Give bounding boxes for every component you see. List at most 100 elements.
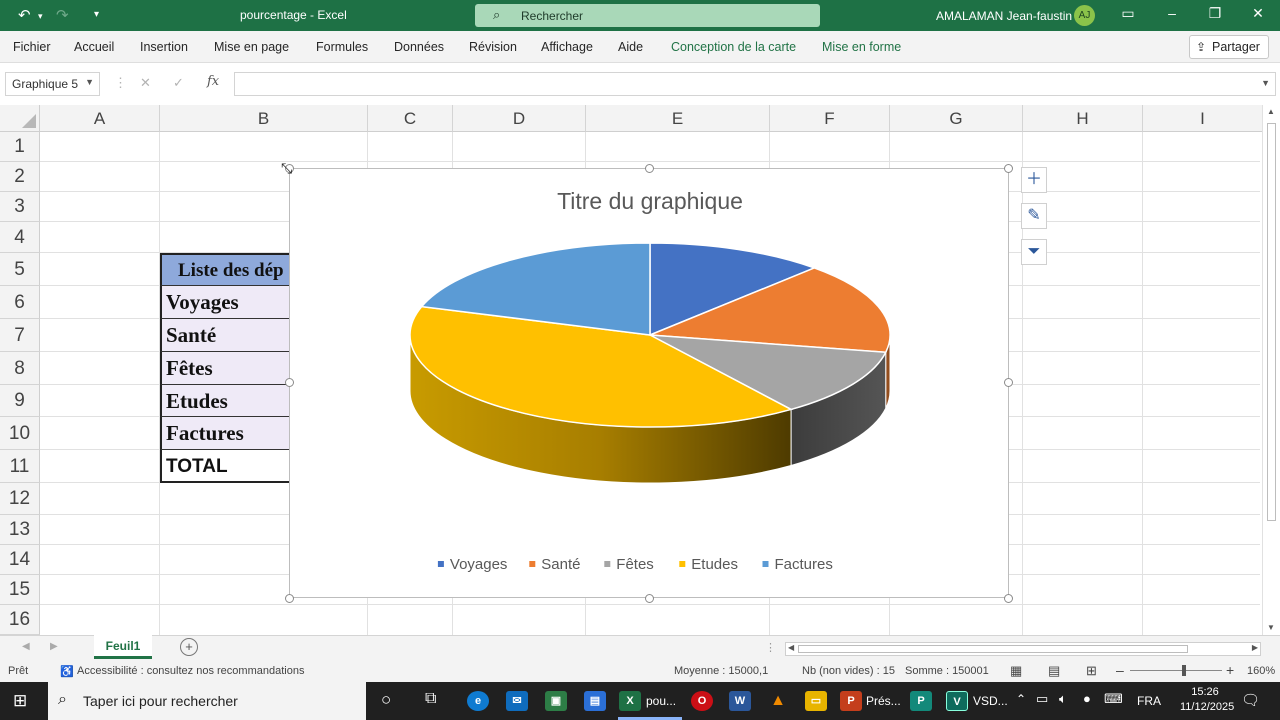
insert-function-button[interactable]: fx — [207, 74, 219, 89]
column-header-i[interactable]: I — [1143, 105, 1263, 132]
next-sheet-icon[interactable]: ▶ — [50, 641, 58, 652]
status-count[interactable]: Nb (non vides) : 15 — [802, 665, 895, 677]
status-sum[interactable]: Somme : 150001 — [905, 665, 989, 677]
cortana-icon[interactable]: ○ — [381, 690, 391, 710]
column-header-g[interactable]: G — [890, 105, 1023, 132]
table-row[interactable]: Santé — [160, 319, 289, 352]
row-header-13[interactable]: 13 — [0, 515, 40, 545]
legend-label-etudes[interactable]: Etudes — [691, 556, 738, 573]
zoom-slider[interactable] — [1130, 670, 1222, 671]
page-break-icon[interactable]: ⊞ — [1086, 663, 1097, 679]
scroll-up-icon[interactable]: ▲ — [1267, 107, 1275, 116]
tab-formules[interactable]: Formules — [316, 40, 368, 54]
zoom-level[interactable]: 160% — [1247, 665, 1275, 677]
task-view-icon[interactable]: ⧉ — [425, 690, 436, 708]
tab-mise-en-page[interactable]: Mise en page — [214, 40, 289, 54]
publisher-icon[interactable]: P — [910, 691, 932, 711]
formula-input[interactable]: ▼ — [234, 72, 1276, 96]
status-average[interactable]: Moyenne : 15000,1 — [674, 665, 768, 677]
name-box[interactable]: Graphique 5 ▼ — [5, 72, 100, 96]
column-header-c[interactable]: C — [368, 105, 453, 132]
resize-handle-bottom-left[interactable] — [285, 594, 294, 603]
tab-aide[interactable]: Aide — [618, 40, 643, 54]
tab-fichier[interactable]: Fichier — [13, 40, 51, 54]
vertical-scroll-thumb[interactable] — [1267, 123, 1276, 521]
scroll-down-icon[interactable]: ▼ — [1267, 623, 1275, 632]
row-header-7[interactable]: 7 — [0, 319, 40, 352]
volume-icon[interactable]: 🔈︎ — [1059, 691, 1067, 707]
opera-icon[interactable]: O — [691, 691, 713, 711]
battery-icon[interactable]: ▭ — [1036, 691, 1048, 707]
horizontal-scroll-thumb[interactable] — [798, 645, 1188, 653]
notifications-icon[interactable]: 🗨︎ — [1241, 691, 1260, 709]
resize-handle-top-right[interactable] — [1004, 164, 1013, 173]
row-header-3[interactable]: 3 — [0, 192, 40, 222]
split-handle-icon[interactable]: ⋮ — [765, 641, 776, 654]
vsd-taskbar-label[interactable]: VSD... — [973, 694, 1008, 708]
row-header-6[interactable]: 6 — [0, 286, 40, 319]
chart-title[interactable]: Titre du graphique — [557, 188, 743, 214]
tab-affichage[interactable]: Affichage — [541, 40, 593, 54]
row-header-10[interactable]: 10 — [0, 417, 40, 450]
minimize-icon[interactable]: – — [1162, 5, 1182, 21]
vertical-scrollbar[interactable]: ▲ ▼ — [1262, 105, 1280, 635]
column-header-a[interactable]: A — [40, 105, 160, 132]
legend-label-fêtes[interactable]: Fêtes — [616, 556, 654, 573]
select-all-button[interactable] — [0, 105, 40, 132]
excel-icon[interactable]: X — [619, 691, 641, 711]
tab-insertion[interactable]: Insertion — [140, 40, 188, 54]
row-header-14[interactable]: 14 — [0, 545, 40, 575]
zoom-in-icon[interactable]: + — [1226, 662, 1234, 678]
legend-label-factures[interactable]: Factures — [775, 556, 833, 573]
row-header-8[interactable]: 8 — [0, 352, 40, 385]
user-name[interactable]: AMALAMAN Jean-faustin — [936, 9, 1072, 23]
scroll-left-icon[interactable]: ◀ — [788, 643, 794, 652]
add-sheet-button[interactable]: + — [180, 638, 198, 656]
vlc-icon[interactable]: ▲ — [767, 691, 789, 711]
table-row[interactable]: Voyages — [160, 286, 289, 319]
column-header-f[interactable]: F — [770, 105, 890, 132]
resize-handle-right[interactable] — [1004, 378, 1013, 387]
column-header-e[interactable]: E — [586, 105, 770, 132]
cancel-icon[interactable]: ✕ — [140, 75, 151, 91]
row-header-4[interactable]: 4 — [0, 222, 40, 253]
zoom-slider-thumb[interactable] — [1182, 665, 1186, 676]
chevron-up-icon[interactable]: ⌃ — [1016, 692, 1026, 706]
scroll-right-icon[interactable]: ▶ — [1252, 643, 1258, 652]
chart-filters-button[interactable]: ⏷ — [1021, 239, 1047, 265]
row-header-15[interactable]: 15 — [0, 575, 40, 605]
row-header-9[interactable]: 9 — [0, 385, 40, 417]
table-total-cell[interactable]: TOTAL — [160, 450, 289, 483]
expand-formula-icon[interactable]: ▼ — [1261, 78, 1270, 88]
close-icon[interactable]: ✕ — [1248, 5, 1268, 22]
excel-taskbar-label[interactable]: pou... — [646, 694, 676, 708]
column-header-b[interactable]: B — [160, 105, 368, 132]
language-indicator[interactable]: FRA — [1137, 694, 1161, 708]
row-header-12[interactable]: 12 — [0, 483, 40, 515]
powerpoint-taskbar-label[interactable]: Prés... — [866, 694, 901, 708]
powerpoint-icon[interactable]: P — [840, 691, 862, 711]
chart-styles-button[interactable]: ✎ — [1021, 203, 1047, 229]
page-layout-icon[interactable]: ▤ — [1048, 663, 1060, 679]
share-button[interactable]: ⇪ Partager — [1189, 35, 1269, 59]
redo-icon[interactable]: ↷ — [56, 6, 69, 24]
customize-toolbar-icon[interactable]: ▾ — [94, 9, 99, 20]
zoom-out-icon[interactable]: – — [1116, 662, 1124, 678]
row-header-5[interactable]: 5 — [0, 253, 40, 286]
horizontal-scrollbar[interactable]: ◀ ▶ — [785, 642, 1261, 656]
undo-dropdown-icon[interactable]: ▾ — [38, 11, 43, 22]
word-icon[interactable]: W — [729, 691, 751, 711]
tab-mise-en-forme[interactable]: Mise en forme — [822, 40, 901, 54]
windows-start-icon[interactable]: ⊞ — [13, 691, 27, 711]
store-icon[interactable]: ▤ — [584, 691, 606, 711]
resize-handle-bottom-right[interactable] — [1004, 594, 1013, 603]
undo-icon[interactable]: ↶ — [18, 6, 31, 24]
keyboard-icon[interactable]: ⌨ — [1104, 691, 1123, 707]
column-header-d[interactable]: D — [453, 105, 586, 132]
row-header-1[interactable]: 1 — [0, 132, 40, 162]
vsdc-icon[interactable]: V — [946, 691, 968, 711]
table-header-cell[interactable]: Liste des dép — [160, 253, 289, 286]
pie-chart[interactable]: Titre du graphique Voyages Santé Fêtes Etud… — [289, 168, 1009, 598]
row-header-16[interactable]: 16 — [0, 605, 40, 635]
resize-handle-top[interactable] — [645, 164, 654, 173]
